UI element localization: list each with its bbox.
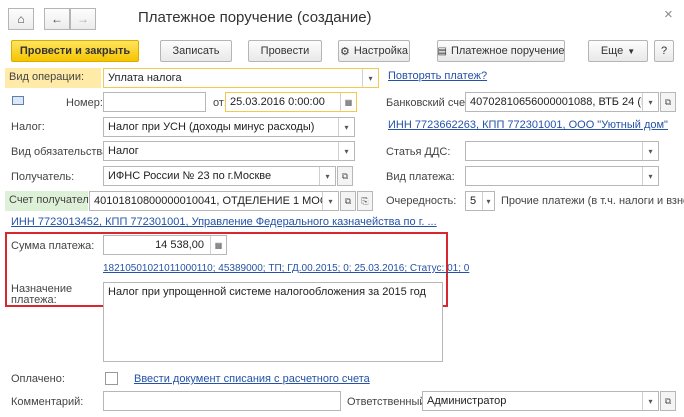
dropdown-arrow-icon[interactable]: ▾ xyxy=(642,93,658,111)
tax-select[interactable]: Налог при УСН (доходы минус расходы) ▾ xyxy=(103,117,355,137)
calendar-icon[interactable]: ▦ xyxy=(340,93,356,111)
home-button[interactable]: ⌂ xyxy=(8,8,34,30)
responsible-label: Ответственный: xyxy=(347,396,429,408)
save-button[interactable]: Записать xyxy=(160,40,232,62)
dropdown-arrow-icon[interactable]: ▾ xyxy=(338,142,354,160)
purpose-label-line2: платежа: xyxy=(11,294,57,306)
dropdown-arrow-icon[interactable]: ▾ xyxy=(642,142,658,160)
open-link-icon[interactable]: ⧉ xyxy=(660,92,676,112)
obligation-type-value: Налог xyxy=(108,145,139,157)
responsible-value: Администратор xyxy=(427,395,507,407)
date-value: 25.03.2016 0:00:00 xyxy=(230,96,325,108)
document-icon xyxy=(12,96,24,105)
number-input[interactable] xyxy=(103,92,206,112)
priority-description: Прочие платежи (в т.ч. налоги и взнос... xyxy=(501,195,684,207)
operation-type-select[interactable]: Уплата налога ▾ xyxy=(103,68,379,88)
dds-article-select[interactable]: ▾ xyxy=(465,141,659,161)
purpose-value: Налог при упрощенной системе налогооблож… xyxy=(108,286,426,298)
dds-article-label: Статья ДДС: xyxy=(386,146,451,158)
obligation-type-select[interactable]: Налог ▾ xyxy=(103,141,355,161)
dropdown-arrow-icon[interactable]: ▾ xyxy=(642,392,658,410)
help-button[interactable]: ? xyxy=(654,40,674,62)
post-button[interactable]: Провести xyxy=(248,40,322,62)
close-icon[interactable]: × xyxy=(664,6,673,23)
recipient-account-label: Счет получателя: xyxy=(5,191,98,211)
dropdown-arrow-icon[interactable]: ▾ xyxy=(322,192,338,210)
dropdown-arrow-icon[interactable]: ▾ xyxy=(362,69,378,87)
dropdown-arrow-icon[interactable]: ▾ xyxy=(482,192,494,210)
recipient-label: Получатель: xyxy=(11,171,75,183)
amount-value: 14 538,00 xyxy=(155,239,204,251)
open-link-icon[interactable]: ⧉ xyxy=(340,191,356,211)
create-write-off-link[interactable]: Ввести документ списания с расчетного сч… xyxy=(134,373,370,385)
copy-icon[interactable]: ⎘ xyxy=(357,191,373,211)
dropdown-arrow-icon[interactable]: ▾ xyxy=(338,118,354,136)
comment-label: Комментарий: xyxy=(11,396,84,408)
print-payment-order-button[interactable]: ▤ Платежное поручение xyxy=(437,40,565,62)
open-link-icon[interactable]: ⧉ xyxy=(337,166,353,186)
date-input[interactable]: 25.03.2016 0:00:00 ▦ xyxy=(225,92,357,112)
more-button[interactable]: Еще ▼ xyxy=(588,40,648,62)
number-label: Номер: xyxy=(66,97,103,109)
recipient-account-value: 40101810800000010041, ОТДЕЛЕНИЕ 1 МОСКВА xyxy=(94,195,339,207)
home-icon: ⌂ xyxy=(17,12,25,26)
dropdown-arrow-icon[interactable]: ▾ xyxy=(319,167,335,185)
payment-type-select[interactable]: ▾ xyxy=(465,166,659,186)
window-title: Платежное поручение (создание) xyxy=(138,9,372,26)
gear-icon: ⚙ xyxy=(339,45,350,58)
recipient-select[interactable]: ИФНС России № 23 по г.Москве ▾ xyxy=(103,166,336,186)
operation-type-value: Уплата налога xyxy=(108,72,182,84)
priority-label: Очередность: xyxy=(386,195,457,207)
calculator-icon[interactable]: ▦ xyxy=(210,236,226,254)
recipient-value: ИФНС России № 23 по г.Москве xyxy=(108,170,272,182)
priority-value: 5 xyxy=(470,195,477,207)
responsible-select[interactable]: Администратор ▾ xyxy=(422,391,659,411)
amount-input[interactable]: 14 538,00 ▦ xyxy=(103,235,227,255)
settings-label: Настройка xyxy=(353,45,409,57)
amount-label: Сумма платежа: xyxy=(11,240,95,252)
back-arrow-icon: ← xyxy=(51,12,63,26)
printer-icon: ▤ xyxy=(437,45,447,57)
more-label: Еще xyxy=(600,45,624,57)
settings-button[interactable]: ⚙ Настройка xyxy=(338,40,410,62)
obligation-type-label: Вид обязательства: xyxy=(11,146,112,158)
bank-account-select[interactable]: 40702810656000001088, ВТБ 24 (ПАО) ▾ xyxy=(465,92,659,112)
tax-value: Налог при УСН (доходы минус расходы) xyxy=(108,121,315,133)
back-button[interactable]: ← xyxy=(44,8,70,30)
repeat-payment-link[interactable]: Повторять платеж? xyxy=(388,70,487,82)
recipient-account-select[interactable]: 40101810800000010041, ОТДЕЛЕНИЕ 1 МОСКВА… xyxy=(89,191,339,211)
bank-account-label: Банковский счет: xyxy=(386,97,473,109)
print-label: Платежное поручение xyxy=(450,45,565,57)
forward-button[interactable]: → xyxy=(70,8,96,30)
tax-label: Налог: xyxy=(11,121,45,133)
organization-link[interactable]: ИНН 7723662263, КПП 772301001, ООО "Уютн… xyxy=(388,119,668,131)
purpose-textarea[interactable]: Налог при упрощенной системе налогооблож… xyxy=(103,282,443,362)
priority-select[interactable]: 5 ▾ xyxy=(465,191,495,211)
forward-arrow-icon: → xyxy=(77,12,89,26)
recipient-details-link[interactable]: ИНН 7723013452, КПП 772301001, Управлени… xyxy=(11,216,437,228)
payment-details-link[interactable]: 18210501021011000110; 45389000; ТП; ГД.0… xyxy=(103,263,469,274)
payment-type-label: Вид платежа: xyxy=(386,171,455,183)
paid-checkbox[interactable] xyxy=(105,372,118,385)
comment-input[interactable] xyxy=(103,391,341,411)
chevron-down-icon: ▼ xyxy=(627,46,636,56)
paid-label: Оплачено: xyxy=(11,373,65,385)
bank-account-value: 40702810656000001088, ВТБ 24 (ПАО) xyxy=(470,96,659,108)
open-link-icon[interactable]: ⧉ xyxy=(660,391,676,411)
dropdown-arrow-icon[interactable]: ▾ xyxy=(642,167,658,185)
post-and-close-button[interactable]: Провести и закрыть xyxy=(11,40,139,62)
operation-type-label: Вид операции: xyxy=(5,68,101,88)
